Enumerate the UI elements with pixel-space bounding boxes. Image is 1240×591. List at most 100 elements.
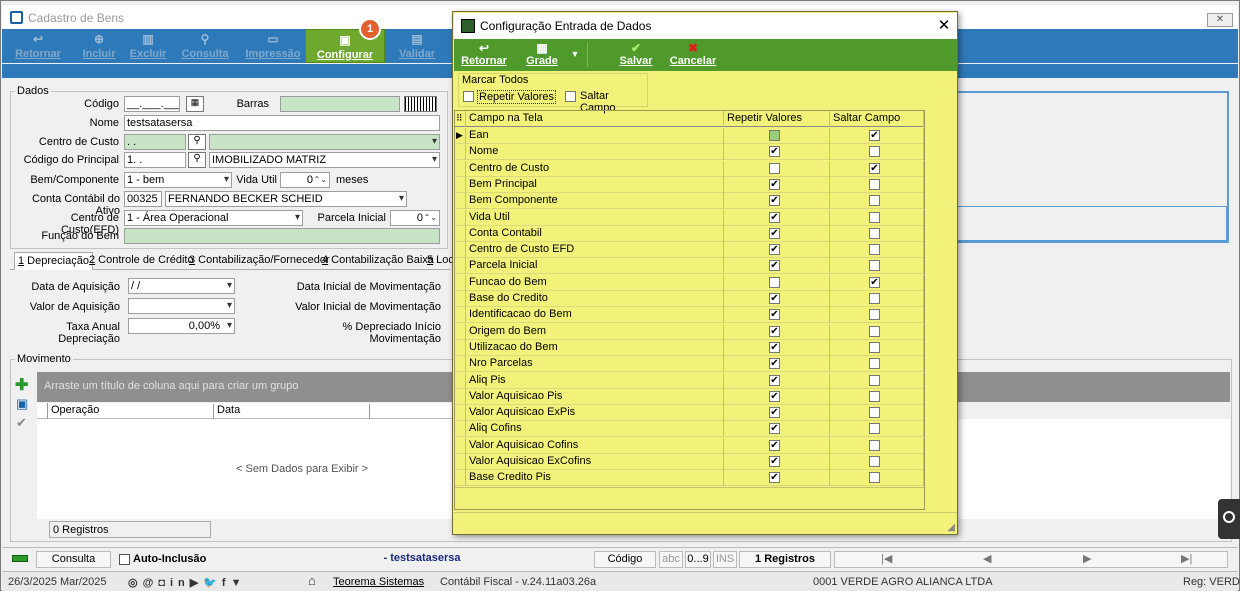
consulta-button[interactable]: ⚲ Consulta [178, 29, 232, 63]
grid-row[interactable]: Centro de Custo ✔ [455, 160, 924, 177]
repetir-checkbox[interactable]: ✔ [769, 146, 780, 158]
dialog-salvar-button[interactable]: ✔ Salvar [614, 39, 658, 71]
social-icons[interactable]: ◎@◘in▶🐦f▼ [128, 576, 246, 589]
codigo-input[interactable]: __.___.___ [124, 96, 180, 112]
col-operacao[interactable]: Operação [49, 404, 214, 419]
check-icon[interactable]: ✔ [16, 415, 27, 431]
grid-row[interactable]: Vida Util ✔ [455, 209, 924, 226]
codigo-principal-input[interactable]: 1. . [124, 152, 186, 168]
taxa-input[interactable]: 0,00% [128, 318, 235, 334]
col-data[interactable]: Data [215, 404, 370, 419]
grid-row[interactable]: Bem Principal ✔ [455, 176, 924, 193]
repetir-checkbox[interactable]: ✔ [769, 439, 780, 451]
barcode-icon[interactable] [404, 96, 437, 112]
centro-efd-select[interactable]: 1 - Área Operacional [124, 210, 303, 226]
search-icon[interactable]: ⚲ [188, 152, 206, 168]
saltar-checkbox[interactable] [869, 244, 880, 256]
parcela-inicial-input[interactable]: 0 [390, 210, 440, 226]
grade-dropdown-icon[interactable]: ▼ [568, 39, 582, 71]
col-campo[interactable]: Campo na Tela [466, 111, 724, 127]
nome-input[interactable]: testsatasersa [124, 115, 440, 131]
grid-row[interactable]: Nome ✔ [455, 144, 924, 161]
funcao-input[interactable] [124, 228, 440, 244]
dialog-grade-button[interactable]: ▦ Grade [522, 39, 562, 71]
grid-row[interactable]: Funcao do Bem ✔ [455, 274, 924, 291]
grid-row[interactable]: Valor Aquisicao Pis ✔ [455, 388, 924, 405]
repetir-checkbox[interactable]: ✔ [769, 374, 780, 386]
excluir-button[interactable]: ▥ Excluir [126, 29, 170, 63]
repetir-checkbox[interactable]: ✔ [769, 456, 780, 467]
prev-record-icon[interactable]: ◀ [983, 552, 991, 567]
repetir-checkbox[interactable] [769, 276, 780, 288]
grid-row[interactable]: Utilizacao do Bem ✔ [455, 339, 924, 356]
repetir-checkbox[interactable]: ✔ [769, 390, 780, 402]
bem-componente-select[interactable]: 1 - bem [124, 172, 232, 188]
close-icon[interactable]: ✕ [1207, 13, 1233, 27]
auto-inclusao-checkbox[interactable] [119, 554, 130, 565]
col-saltar[interactable]: Saltar Campo [830, 111, 924, 127]
tab-contabilizacao-baixa[interactable]: 4 Contabilização Baixa [319, 252, 437, 270]
saltar-checkbox[interactable] [869, 260, 880, 272]
saltar-checkbox[interactable]: ✔ [869, 130, 880, 141]
tab-contabilizacao-fornecedor[interactable]: 3 Contabilização/Fornecedor [186, 252, 333, 270]
grid-row[interactable]: Valor Aquisicao ExPis ✔ [455, 405, 924, 422]
repetir-checkbox[interactable]: ✔ [769, 423, 780, 435]
grid-row[interactable]: Valor Aquisicao Cofins ✔ [455, 437, 924, 454]
tab-depreciacao[interactable]: 1 Depreciação [14, 252, 93, 270]
saltar-checkbox[interactable] [869, 341, 880, 353]
saltar-checkbox[interactable] [869, 227, 880, 239]
repetir-checkbox[interactable]: ✔ [769, 211, 780, 223]
centro-custo-select[interactable] [209, 134, 440, 150]
grid-row[interactable]: Base Credito Pis ✔ [455, 470, 924, 487]
repetir-checkbox[interactable]: ✔ [769, 325, 780, 337]
grid-row[interactable]: Aliq Pis ✔ [455, 372, 924, 389]
close-icon[interactable]: ✕ [934, 16, 954, 36]
repetir-checkbox[interactable]: ✔ [769, 260, 780, 272]
grid-row[interactable]: Origem do Bem ✔ [455, 323, 924, 340]
validar-button[interactable]: ▤ Validar [394, 29, 440, 63]
resize-grip-icon[interactable]: ◢ [947, 522, 955, 533]
repetir-checkbox[interactable]: ✔ [769, 227, 780, 239]
data-aquisicao-input[interactable]: / / [128, 278, 235, 294]
last-record-icon[interactable]: ▶| [1181, 552, 1192, 567]
centro-custo-input[interactable]: . . [124, 134, 186, 150]
saltar-checkbox[interactable] [869, 472, 880, 484]
saltar-checkbox[interactable] [869, 374, 880, 386]
saltar-checkbox[interactable] [869, 390, 880, 402]
repetir-checkbox[interactable]: ✔ [769, 407, 780, 419]
first-record-icon[interactable]: |◀ [881, 552, 892, 567]
repetir-all-checkbox[interactable] [463, 91, 474, 102]
dialog-retornar-button[interactable]: ↩ Retornar [458, 39, 510, 71]
saltar-checkbox[interactable] [869, 325, 880, 337]
saltar-all-checkbox[interactable] [565, 91, 576, 102]
grid-row[interactable]: Base do Credito ✔ [455, 291, 924, 307]
grid-row[interactable]: Valor Aquisicao ExCofins ✔ [455, 454, 924, 470]
next-record-icon[interactable]: ▶ [1083, 552, 1091, 567]
side-handle[interactable] [1218, 499, 1240, 539]
barras-input[interactable] [280, 96, 400, 112]
grid-row[interactable]: Aliq Cofins ✔ [455, 421, 924, 438]
saltar-checkbox[interactable] [869, 195, 880, 207]
tab-controle-credito[interactable]: 2 Controle de Crédito [86, 252, 197, 270]
barcode-lookup-icon[interactable]: ▦ [186, 96, 204, 112]
impressao-button[interactable]: ▭ Impressão [242, 29, 304, 63]
saltar-checkbox[interactable] [869, 456, 880, 467]
clipboard-icon[interactable]: ▣ [16, 396, 28, 412]
search-icon[interactable]: ⚲ [188, 134, 206, 150]
grid-row[interactable]: Bem Componente ✔ [455, 193, 924, 210]
grid-row[interactable]: Centro de Custo EFD ✔ [455, 242, 924, 259]
codigo-principal-select[interactable]: IMOBILIZADO MATRIZ [209, 152, 440, 168]
repetir-checkbox[interactable]: ✔ [769, 244, 780, 256]
repetir-checkbox[interactable]: ✔ [769, 358, 780, 370]
add-icon[interactable]: ✚ [15, 375, 28, 395]
saltar-checkbox[interactable] [869, 293, 880, 304]
incluir-button[interactable]: ⊕ Incluir [76, 29, 122, 63]
repetir-checkbox[interactable]: ✔ [769, 178, 780, 190]
grid-row[interactable]: Nro Parcelas ✔ [455, 356, 924, 373]
dialog-cancelar-button[interactable]: ✖ Cancelar [668, 39, 718, 71]
grid-row[interactable]: ▶ Ean ✔ [455, 128, 924, 144]
saltar-checkbox[interactable] [869, 407, 880, 419]
grid-row[interactable]: Conta Contabil ✔ [455, 225, 924, 242]
saltar-checkbox[interactable] [869, 211, 880, 223]
teorema-link[interactable]: Teorema Sistemas [333, 576, 424, 588]
